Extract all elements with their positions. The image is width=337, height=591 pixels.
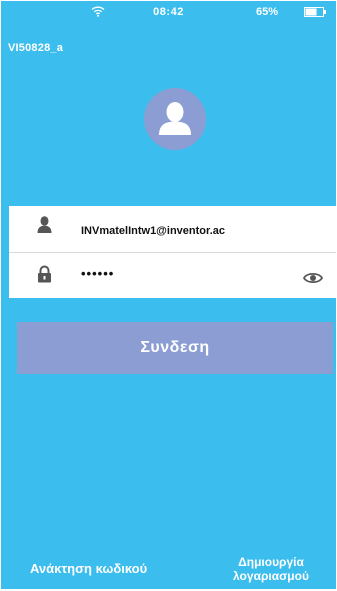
- user-icon: [37, 216, 52, 233]
- battery-icon: [304, 7, 326, 17]
- eye-icon[interactable]: [303, 271, 323, 285]
- username-row: [9, 206, 336, 251]
- status-time: 08:42: [153, 6, 184, 18]
- create-account-link[interactable]: Δημιουργία λογαριασμού: [219, 555, 323, 583]
- username-field[interactable]: [81, 221, 306, 241]
- device-id-label: VI50828_a: [8, 42, 64, 54]
- login-form: [9, 206, 336, 298]
- create-account-label-line2: λογαριασμού: [233, 569, 309, 583]
- login-button[interactable]: Συνδεση: [17, 322, 333, 374]
- password-row: [9, 253, 336, 298]
- password-field[interactable]: [81, 263, 306, 283]
- battery-percent: 65%: [255, 6, 278, 18]
- status-bar: 08:42 65%: [1, 1, 336, 27]
- login-screen: 08:42 65% VI50828_a INVmatelIntw1@invent…: [1, 1, 336, 589]
- user-avatar-icon: [144, 88, 206, 150]
- create-account-label-line1: Δημιουργία: [238, 555, 304, 569]
- lock-icon: [38, 265, 51, 283]
- forgot-password-link[interactable]: Ανάκτηση κωδικού: [30, 561, 147, 576]
